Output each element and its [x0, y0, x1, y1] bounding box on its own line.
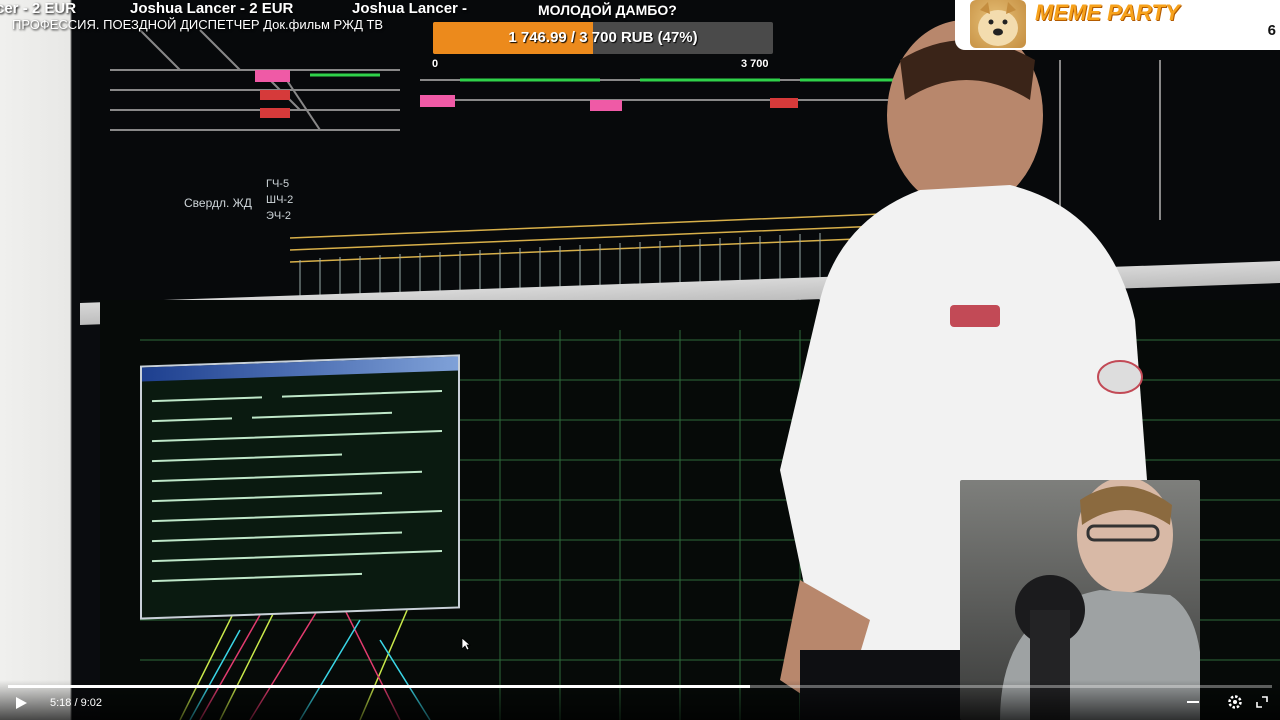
line-label-ech2: ЭЧ-2	[266, 210, 292, 222]
train-info-text	[152, 390, 442, 583]
time-display: 5:18 / 9:02	[50, 697, 102, 709]
pip-icon	[1187, 701, 1199, 703]
video-player[interactable]: Свердл. ЖД ГЧ-5 ШЧ-2 ЭЧ-2 cer - 2 EUR Jo…	[0, 0, 1280, 720]
donation-goal-min: 0	[432, 58, 439, 70]
donation-goal-bar: 1 746.99 / 3 700 RUB (47%)	[433, 22, 773, 54]
seek-bar-played	[8, 685, 750, 688]
play-icon	[16, 697, 27, 709]
donation-ticker-item: Joshua Lancer -	[352, 0, 468, 17]
settings-icon	[1228, 695, 1242, 709]
pip-button[interactable]	[1186, 694, 1202, 710]
play-button[interactable]	[12, 694, 30, 712]
player-controls: 5:18 / 9:02	[0, 680, 1280, 720]
seek-bar[interactable]	[8, 685, 1272, 688]
settings-button[interactable]	[1227, 694, 1243, 710]
donation-goal-title: МОЛОДОЙ ДАМБО?	[538, 2, 677, 18]
meme-party-title: MEME PARTY	[1035, 0, 1180, 25]
donation-ticker-item: cer - 2 EUR	[0, 0, 77, 17]
donation-goal-progress-text: 1 746.99 / 3 700 RUB (47%)	[508, 29, 698, 46]
fullscreen-button[interactable]	[1254, 694, 1270, 710]
video-title: ПРОФЕССИЯ. ПОЕЗДНОЙ ДИСПЕТЧЕР Док.фильм …	[12, 17, 384, 32]
video-frame: Свердл. ЖД ГЧ-5 ШЧ-2 ЭЧ-2	[0, 0, 1280, 720]
mouse-cursor-icon	[461, 637, 472, 656]
line-label-gch5: ГЧ-5	[266, 178, 290, 190]
doge-face	[978, 2, 1018, 46]
doge-icon	[970, 0, 1026, 48]
region-label: Свердл. ЖД	[184, 196, 252, 210]
donation-goal-max: 3 700	[741, 58, 769, 70]
donation-ticker-item: Joshua Lancer - 2 EUR	[130, 0, 294, 17]
line-label-shch2: ШЧ-2	[266, 194, 294, 206]
meme-party-count: 6	[1267, 22, 1276, 39]
fullscreen-icon	[1256, 696, 1268, 708]
train-info-window	[140, 354, 460, 620]
meme-party-widget: MEME PARTY 6	[955, 0, 1280, 50]
